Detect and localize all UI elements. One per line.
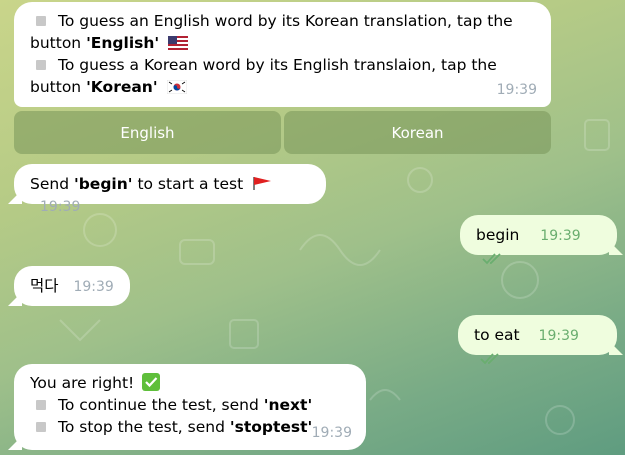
us-flag-icon [168,36,189,50]
double-check-icon [482,252,501,264]
korean-button-label: Korean [391,123,444,142]
bot-start-message: Send 'begin' to start a test 19:39 [14,164,326,215]
square-bullet-icon [36,422,46,432]
message-timestamp: 19:39 [540,228,581,244]
user-message-answer: to eat 19:39 [458,315,617,364]
bot-result-message: You are right! To continue the test, sen… [14,364,366,450]
korea-flag-icon [166,80,187,94]
english-button-label: English [120,123,175,142]
message-timestamp: 19:39 [538,328,579,344]
bot-instructions-message: To guess an English word by its Korean t… [14,2,551,107]
bot-word-message: 먹다 19:39 [14,266,130,306]
square-bullet-icon [36,60,46,70]
message-timestamp: 19:39 [73,279,114,295]
english-button[interactable]: English [14,111,281,154]
message-timestamp: 19:39 [496,82,537,98]
message-timestamp: 19:39 [40,199,81,215]
red-flag-icon [253,177,272,190]
user-message-begin: begin 19:39 [460,215,617,264]
check-mark-button-icon [142,373,161,391]
instruction-line-korean: To guess a Korean word by its English tr… [30,54,535,76]
instruction-line-english: To guess an English word by its Korean t… [30,10,535,32]
square-bullet-icon [36,400,46,410]
square-bullet-icon [36,16,46,26]
double-check-icon [480,352,499,364]
message-timestamp: 19:39 [311,425,352,441]
korean-button[interactable]: Korean [284,111,551,154]
